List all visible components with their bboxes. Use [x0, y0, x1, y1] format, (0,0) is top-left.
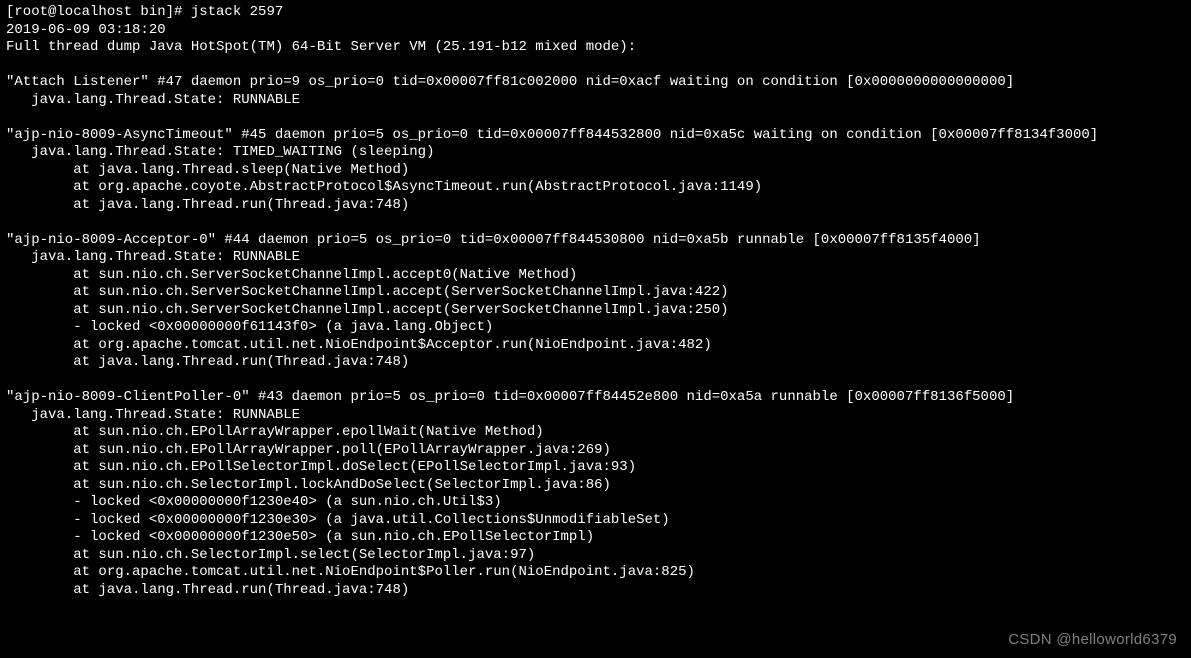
stack-line: at java.lang.Thread.run(Thread.java:748) [6, 582, 409, 598]
terminal-output[interactable]: [root@localhost bin]# jstack 2597 2019-0… [0, 0, 1191, 603]
stack-line: at java.lang.Thread.run(Thread.java:748) [6, 354, 409, 370]
thread-title: "Attach Listener" #47 daemon prio=9 os_p… [6, 74, 1014, 90]
stack-line: - locked <0x00000000f1230e50> (a sun.nio… [6, 529, 594, 545]
timestamp-line: 2019-06-09 03:18:20 [6, 22, 166, 38]
stack-line: at sun.nio.ch.EPollArrayWrapper.epollWai… [6, 424, 544, 440]
stack-line: at sun.nio.ch.SelectorImpl.select(Select… [6, 547, 535, 563]
stack-line: at sun.nio.ch.ServerSocketChannelImpl.ac… [6, 302, 729, 318]
thread-title: "ajp-nio-8009-Acceptor-0" #44 daemon pri… [6, 232, 981, 248]
prompt-line: [root@localhost bin]# jstack 2597 [6, 4, 283, 20]
thread-state: java.lang.Thread.State: RUNNABLE [6, 407, 300, 423]
stack-line: at java.lang.Thread.run(Thread.java:748) [6, 197, 409, 213]
stack-line: - locked <0x00000000f1230e30> (a java.ut… [6, 512, 670, 528]
stack-line: at java.lang.Thread.sleep(Native Method) [6, 162, 409, 178]
stack-line: - locked <0x00000000f1230e40> (a sun.nio… [6, 494, 502, 510]
stack-line: at org.apache.coyote.AbstractProtocol$As… [6, 179, 762, 195]
thread-state: java.lang.Thread.State: RUNNABLE [6, 92, 300, 108]
stack-line: - locked <0x00000000f61143f0> (a java.la… [6, 319, 493, 335]
stack-line: at sun.nio.ch.EPollSelectorImpl.doSelect… [6, 459, 636, 475]
thread-title: "ajp-nio-8009-ClientPoller-0" #43 daemon… [6, 389, 1014, 405]
stack-line: at sun.nio.ch.ServerSocketChannelImpl.ac… [6, 267, 577, 283]
stack-line: at org.apache.tomcat.util.net.NioEndpoin… [6, 337, 712, 353]
stack-line: at sun.nio.ch.EPollArrayWrapper.poll(EPo… [6, 442, 611, 458]
thread-title: "ajp-nio-8009-AsyncTimeout" #45 daemon p… [6, 127, 1098, 143]
stack-line: at sun.nio.ch.ServerSocketChannelImpl.ac… [6, 284, 729, 300]
stack-line: at sun.nio.ch.SelectorImpl.lockAndDoSele… [6, 477, 611, 493]
thread-state: java.lang.Thread.State: RUNNABLE [6, 249, 300, 265]
watermark: CSDN @helloworld6379 [1008, 631, 1177, 650]
stack-line: at org.apache.tomcat.util.net.NioEndpoin… [6, 564, 695, 580]
dump-header: Full thread dump Java HotSpot(TM) 64-Bit… [6, 39, 636, 55]
thread-state: java.lang.Thread.State: TIMED_WAITING (s… [6, 144, 434, 160]
